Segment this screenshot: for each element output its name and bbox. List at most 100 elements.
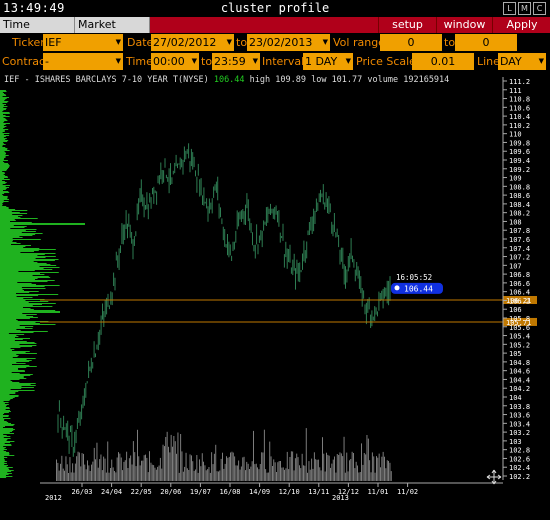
volume-bar xyxy=(319,467,321,481)
tab-time-interval[interactable]: Time Interval xyxy=(0,17,75,47)
volume-profile-bar xyxy=(0,218,38,219)
volume-profile-bar xyxy=(0,264,51,265)
volume-bar xyxy=(127,468,129,481)
volume-bar xyxy=(158,465,160,481)
volume-profile-bar xyxy=(0,354,17,355)
volume-bar xyxy=(103,456,105,481)
volume-profile-bar xyxy=(0,286,45,287)
volume-profile-bar xyxy=(0,132,3,133)
volume-profile-bar xyxy=(0,403,5,404)
price-tick-label: 109.8 xyxy=(509,139,530,147)
volume-bar xyxy=(293,470,295,481)
volume-bar xyxy=(247,463,249,481)
volume-profile-bar xyxy=(0,135,10,136)
volume-profile-bar xyxy=(0,158,5,159)
volume-profile-bar xyxy=(0,349,15,350)
time-to-value: 23:59 xyxy=(214,55,246,68)
volume-profile-bar xyxy=(0,292,30,293)
volume-bar xyxy=(132,441,134,481)
volume-bar xyxy=(104,458,106,481)
volume-bar xyxy=(84,464,86,481)
vol-to-field[interactable]: 0 xyxy=(455,34,517,51)
volume-profile-bar xyxy=(0,96,3,97)
volume-profile-bar xyxy=(0,261,34,262)
volume-bar xyxy=(351,451,353,481)
volume-bar xyxy=(111,459,113,481)
ticker-select[interactable]: IEF ▼ xyxy=(43,34,123,51)
price-tick-label: 111 xyxy=(509,87,522,95)
volume-profile-bar xyxy=(0,284,36,285)
volume-bar xyxy=(197,472,199,481)
contract-select[interactable]: - ▼ xyxy=(43,53,123,70)
interval-label: Interval xyxy=(262,55,305,68)
volume-profile-bar xyxy=(0,340,15,341)
volume-profile-bar xyxy=(0,410,10,411)
volume-bar xyxy=(130,455,132,481)
volume-profile-bar xyxy=(0,353,37,354)
price-chart[interactable]: 106.21105.71 111.2111110.8110.6110.4110.… xyxy=(0,72,550,520)
setup-button[interactable]: setup xyxy=(378,17,436,33)
volume-bar xyxy=(200,466,202,481)
volume-profile-bar xyxy=(0,281,48,282)
tab-market-watch[interactable]: Market Watch xyxy=(75,17,150,47)
apply-button[interactable]: Apply xyxy=(492,17,550,33)
volume-profile-bar xyxy=(0,191,9,192)
volume-bar xyxy=(299,465,300,481)
volume-profile-bar xyxy=(0,368,18,369)
price-tick-label: 103.8 xyxy=(509,403,530,411)
price-scale-field[interactable]: 0.01 xyxy=(412,53,474,70)
price-tick-label: 105.6 xyxy=(509,324,530,332)
volume-profile-bar xyxy=(0,407,10,408)
volume-bar xyxy=(208,467,210,481)
date-from-field[interactable]: 27/02/2012 ▼ xyxy=(151,34,234,51)
volume-bar xyxy=(149,451,150,481)
volume-bar xyxy=(166,431,168,481)
volume-profile-bar xyxy=(0,333,9,334)
volume-bar xyxy=(282,467,284,481)
volume-bar xyxy=(311,458,313,481)
volume-profile-bar xyxy=(0,154,6,155)
volume-profile-bar xyxy=(0,120,8,121)
interval-select[interactable]: 1 DAY ▼ xyxy=(303,53,353,70)
last-price-dot xyxy=(394,285,400,291)
window-button-l[interactable]: L xyxy=(503,2,516,15)
volume-profile-bar xyxy=(0,445,12,446)
price-tick-label: 107.6 xyxy=(509,236,530,244)
volume-profile-bar xyxy=(0,117,4,118)
volume-profile-bar xyxy=(0,337,15,338)
volume-profile-bar xyxy=(0,378,27,379)
volume-profile-bar xyxy=(0,122,4,123)
volume-profile-bar xyxy=(0,196,8,197)
volume-profile-bar xyxy=(0,130,5,131)
window-button[interactable]: window xyxy=(436,17,492,33)
volume-profile-bar xyxy=(0,341,27,342)
date-to-field[interactable]: 23/02/2013 ▼ xyxy=(247,34,330,51)
volume-profile-bar xyxy=(0,121,5,122)
window-button-m[interactable]: M xyxy=(518,2,531,15)
volume-profile-bar xyxy=(0,223,85,224)
line-select[interactable]: DAY ▼ xyxy=(498,53,546,70)
time-to-field[interactable]: 23:59 ▼ xyxy=(212,53,260,70)
volume-profile-bar xyxy=(0,394,10,395)
volume-profile-bar xyxy=(0,461,7,462)
volume-profile-bar xyxy=(0,177,8,178)
volume-bar xyxy=(107,441,109,481)
volume-bar xyxy=(316,459,318,481)
volume-bar xyxy=(340,453,342,481)
time-from-field[interactable]: 00:00 ▼ xyxy=(151,53,199,70)
volume-profile-bar xyxy=(0,181,5,182)
time-tick-label: 19/07 xyxy=(190,488,211,496)
volume-profile-bar xyxy=(0,247,24,248)
volume-profile-bar xyxy=(0,466,7,467)
volume-bar xyxy=(78,452,80,481)
volume-bar xyxy=(384,456,385,481)
window-button-c[interactable]: C xyxy=(533,2,546,15)
price-tick-label: 107 xyxy=(509,262,522,270)
volume-profile-bar xyxy=(0,388,22,389)
volume-bar xyxy=(199,459,200,481)
price-tick-label: 105.8 xyxy=(509,315,530,323)
volume-bar xyxy=(108,472,110,481)
volume-profile-bar xyxy=(0,475,6,476)
volume-profile-bar xyxy=(0,245,31,246)
vol-from-field[interactable]: 0 xyxy=(380,34,442,51)
